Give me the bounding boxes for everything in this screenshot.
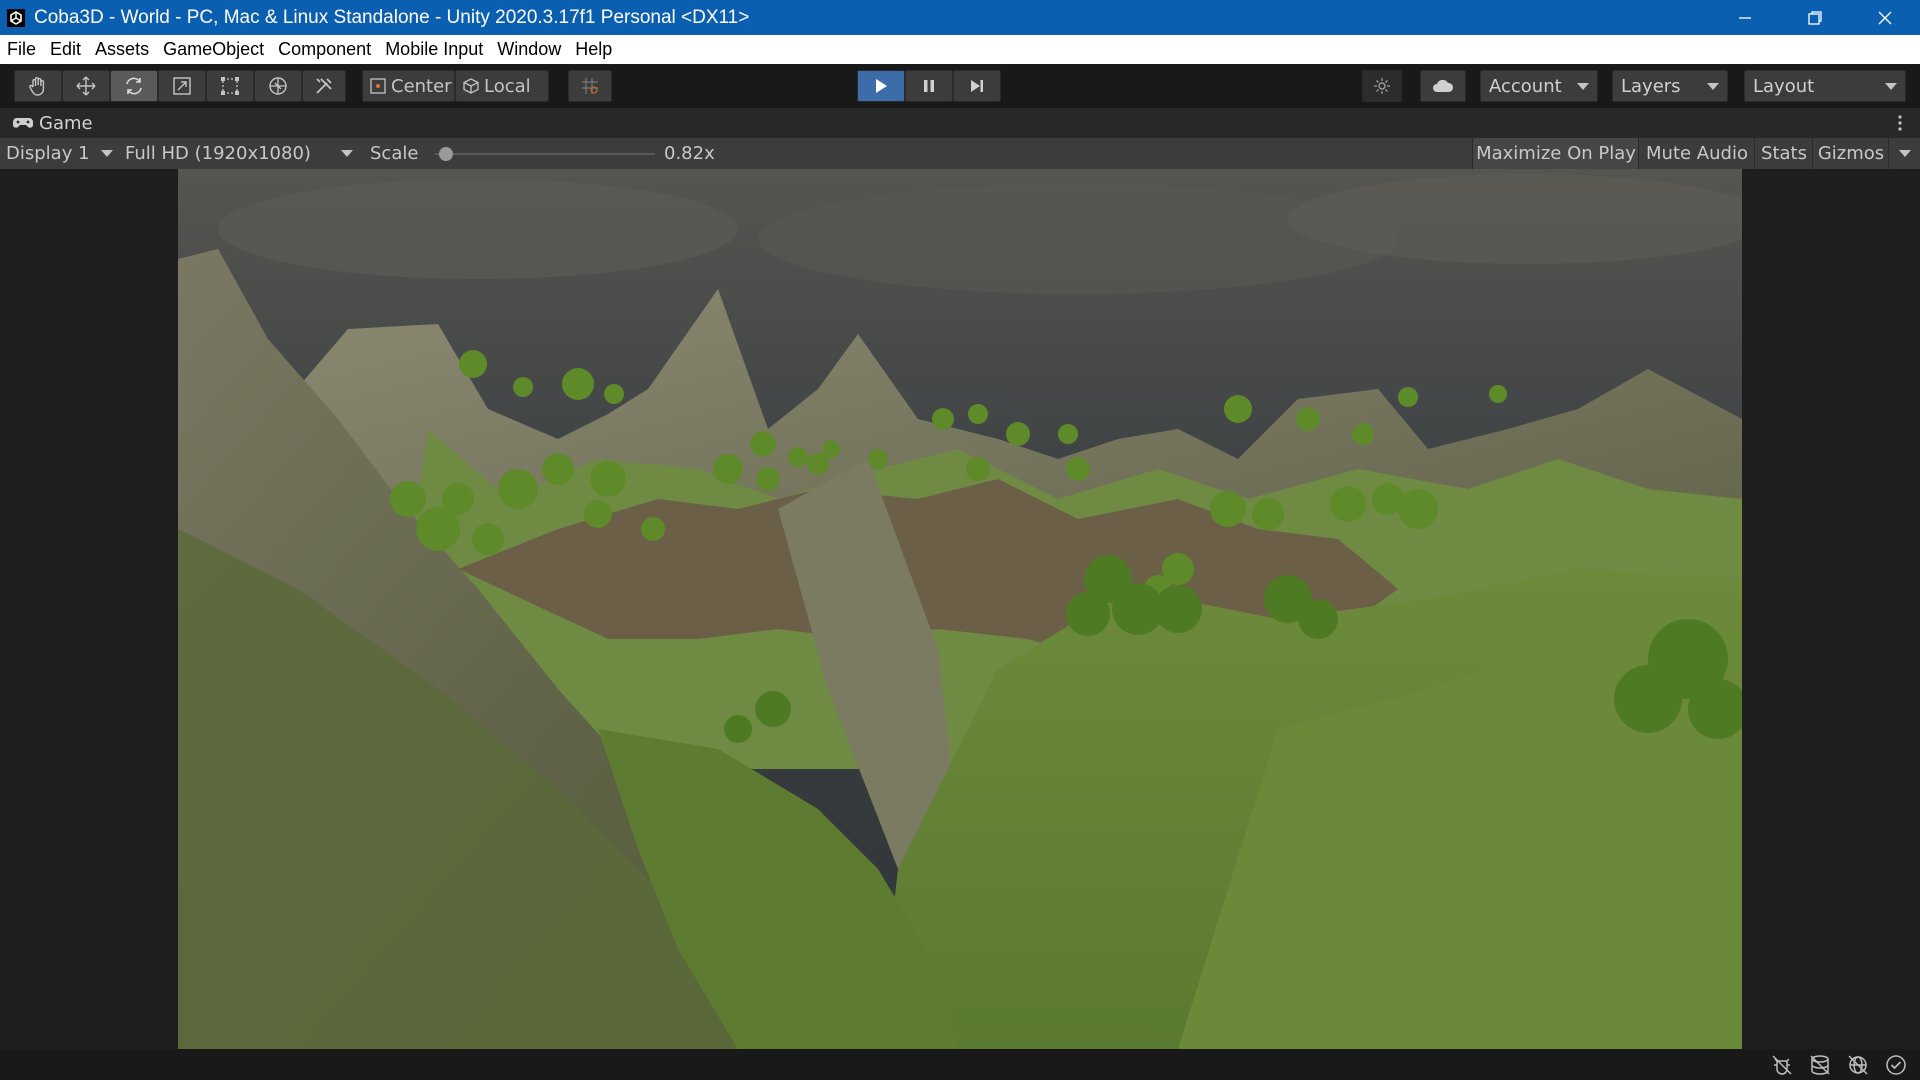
pause-button[interactable] <box>905 70 953 102</box>
grid-snap-button[interactable] <box>568 70 612 102</box>
tab-game-label: Game <box>39 112 93 134</box>
scale-icon <box>173 77 191 95</box>
collab-button[interactable] <box>1362 70 1402 102</box>
stats-label: Stats <box>1761 143 1807 164</box>
layout-caret-icon <box>1885 83 1897 90</box>
rotate-icon <box>126 77 142 95</box>
menu-file[interactable]: File <box>0 39 43 60</box>
hand-icon <box>29 77 45 96</box>
scale-tool-button[interactable] <box>158 70 206 102</box>
rotate-tool-button[interactable] <box>110 70 158 102</box>
account-label: Account <box>1489 75 1562 97</box>
custom-tool-button[interactable] <box>302 70 346 102</box>
restore-icon <box>1808 10 1822 25</box>
rect-tool-button[interactable] <box>206 70 254 102</box>
local-space-icon <box>463 78 479 94</box>
pivot-center-icon <box>370 78 386 94</box>
stats-toggle[interactable]: Stats <box>1754 138 1813 169</box>
menu-gameobject[interactable]: GameObject <box>156 39 271 60</box>
pivot-center-label: Center <box>391 75 452 97</box>
layers-dropdown[interactable]: Layers <box>1612 70 1728 102</box>
move-icon <box>76 76 96 96</box>
mute-audio-label: Mute Audio <box>1646 143 1748 164</box>
display-dropdown[interactable]: Display 1 <box>6 138 116 169</box>
window-title: Coba3D - World - PC, Mac & Linux Standal… <box>34 6 750 28</box>
menu-mobile-input[interactable]: Mobile Input <box>378 39 490 60</box>
maximize-on-play-toggle[interactable]: Maximize On Play <box>1472 138 1639 169</box>
display-caret-icon <box>101 150 113 157</box>
resolution-caret-icon <box>341 150 353 157</box>
layout-dropdown[interactable]: Layout <box>1744 70 1906 102</box>
gizmos-dropdown[interactable] <box>1888 138 1920 169</box>
pivot-center-toggle[interactable]: Center <box>362 70 455 102</box>
close-button[interactable] <box>1850 0 1920 35</box>
scale-label: Scale <box>370 143 419 164</box>
terrain-scene-image <box>178 169 1742 1049</box>
maximize-on-play-label: Maximize On Play <box>1476 143 1636 164</box>
menu-component[interactable]: Component <box>271 39 378 60</box>
menu-edit[interactable]: Edit <box>43 39 88 60</box>
gizmos-label: Gizmos <box>1817 143 1885 164</box>
game-view-render[interactable] <box>178 169 1742 1049</box>
gizmos-caret-icon <box>1899 150 1911 157</box>
resolution-dropdown[interactable]: Full HD (1920x1080) <box>125 138 355 169</box>
collab-icon <box>1374 78 1390 94</box>
account-caret-icon <box>1577 83 1589 90</box>
step-button[interactable] <box>953 70 1001 102</box>
tools-icon <box>316 78 332 94</box>
restore-button[interactable] <box>1780 0 1850 35</box>
game-view-toolbar: Display 1 Full HD (1920x1080) Scale 0.82… <box>0 138 1920 169</box>
title-bar: Coba3D - World - PC, Mac & Linux Standal… <box>0 0 1920 35</box>
move-tool-button[interactable] <box>62 70 110 102</box>
scale-value: 0.82x <box>664 143 715 164</box>
step-icon <box>971 80 983 92</box>
minimize-icon <box>1739 16 1751 19</box>
tab-strip: Game <box>0 108 1920 138</box>
menu-window[interactable]: Window <box>490 39 568 60</box>
rect-icon <box>221 77 239 95</box>
close-icon <box>1878 11 1892 24</box>
scale-slider-thumb[interactable] <box>439 147 454 161</box>
pivot-space-toggle[interactable]: Local <box>455 70 549 102</box>
display-label: Display 1 <box>6 143 90 164</box>
more-options-icon[interactable] <box>1894 114 1906 132</box>
layers-caret-icon <box>1707 83 1719 90</box>
play-button[interactable] <box>857 70 905 102</box>
status-bar <box>0 1049 1920 1080</box>
minimize-button[interactable] <box>1710 0 1780 35</box>
account-dropdown[interactable]: Account <box>1480 70 1598 102</box>
pivot-space-label: Local <box>484 75 531 97</box>
transform-tool-button[interactable] <box>254 70 302 102</box>
cloud-button[interactable] <box>1420 70 1466 102</box>
menu-help[interactable]: Help <box>568 39 619 60</box>
hand-tool-button[interactable] <box>14 70 62 102</box>
mute-audio-toggle[interactable]: Mute Audio <box>1638 138 1755 169</box>
play-icon <box>876 79 887 93</box>
gizmos-toggle[interactable]: Gizmos <box>1812 138 1889 169</box>
menu-bar: File Edit Assets GameObject Component Mo… <box>0 35 1920 64</box>
layers-label: Layers <box>1621 75 1681 97</box>
resolution-label: Full HD (1920x1080) <box>125 143 311 164</box>
pause-icon <box>924 80 934 92</box>
transform-icon <box>269 77 287 95</box>
main-toolbar: Center Local Account Layers Layout <box>0 64 1920 108</box>
tab-game[interactable]: Game <box>0 108 93 138</box>
cache-server-icon[interactable] <box>1808 1053 1832 1077</box>
cloud-icon <box>1433 79 1454 92</box>
status-check-icon[interactable] <box>1884 1053 1908 1077</box>
network-icon[interactable] <box>1846 1053 1870 1077</box>
gamepad-icon <box>13 118 33 128</box>
debug-icon[interactable] <box>1770 1053 1794 1077</box>
unity-logo-icon <box>7 8 25 27</box>
layout-label: Layout <box>1753 75 1815 97</box>
grid-snap-icon <box>582 78 598 94</box>
scale-slider-track[interactable] <box>435 153 655 155</box>
menu-assets[interactable]: Assets <box>88 39 156 60</box>
